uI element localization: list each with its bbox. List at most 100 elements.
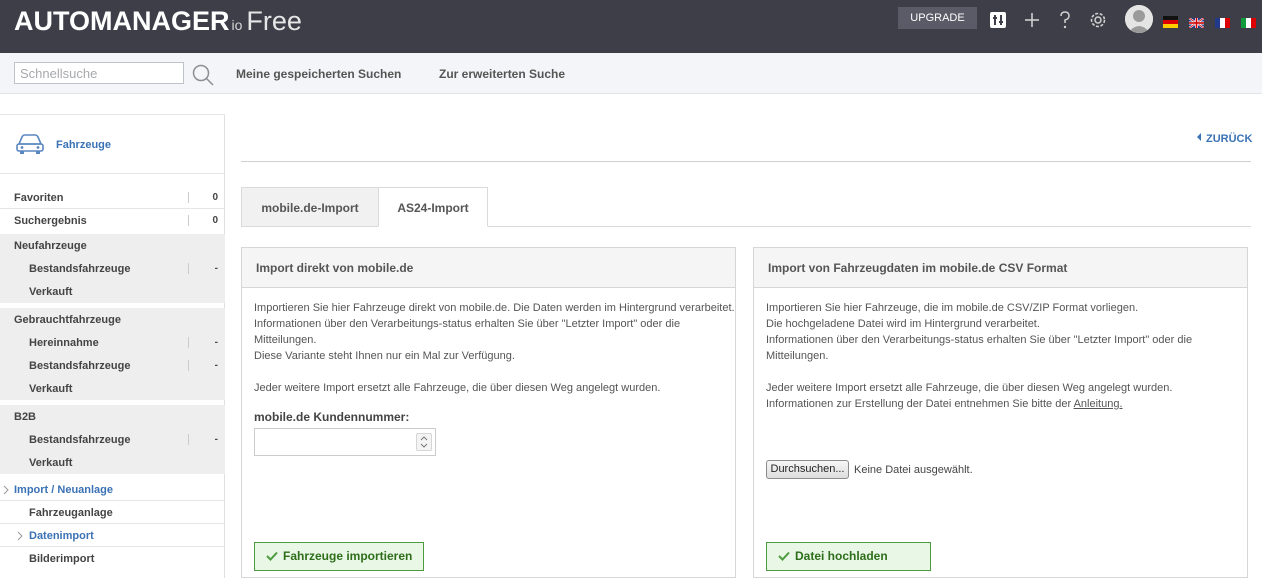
- chevron-right-icon: [3, 485, 9, 495]
- separator: [188, 215, 189, 226]
- sidebar-item-label: Gebrauchtfahrzeuge: [14, 314, 121, 326]
- sidebar-item-count: 0: [212, 192, 218, 203]
- sidebar-item-search-results[interactable]: Suchergebnis 0: [0, 209, 225, 232]
- sidebar-vehicles-header[interactable]: Fahrzeuge: [0, 114, 225, 174]
- text-line: Jeder weitere Import ersetzt alle Fahrze…: [254, 382, 661, 394]
- panel-csv-import: Import von Fahrzeugdaten im mobile.de CS…: [753, 247, 1248, 578]
- text-line: Jeder weitere Import ersetzt alle Fahrze…: [766, 382, 1173, 394]
- sidebar-item-b2b-sold[interactable]: Verkauft: [0, 451, 225, 474]
- panel-direct-import: Import direkt von mobile.de Importieren …: [241, 247, 736, 578]
- text-line: Mitteilungen.: [254, 334, 317, 346]
- panel-title: Import direkt von mobile.de: [242, 248, 735, 288]
- text-line: Importieren Sie hier Fahrzeuge direkt vo…: [254, 302, 735, 314]
- sidebar-item-label: Bestandsfahrzeuge: [29, 360, 131, 372]
- tab-as24-import[interactable]: AS24-Import: [378, 187, 488, 227]
- sidebar-item-label: Hereinnahme: [29, 337, 99, 349]
- text-line: Informationen über den Verarbeitungs-sta…: [254, 318, 681, 330]
- sidebar-item-label: Verkauft: [29, 286, 73, 298]
- customer-number-label: mobile.de Kundennummer:: [254, 410, 410, 424]
- sidebar-item-new-stock[interactable]: Bestandsfahrzeuge -: [0, 257, 225, 280]
- sidebar-item-label: Bilderimport: [29, 553, 95, 565]
- search-icon[interactable]: [191, 63, 215, 87]
- sidebar: Fahrzeuge Favoriten 0 Suchergebnis 0 Neu…: [0, 114, 225, 578]
- sidebar-item-favorites[interactable]: Favoriten 0: [0, 186, 225, 209]
- flag-it-icon[interactable]: [1241, 15, 1256, 28]
- sidebar-item-trade-in[interactable]: Hereinnahme -: [0, 331, 225, 354]
- button-label: Datei hochladen: [795, 549, 888, 563]
- logo-io: io: [231, 17, 243, 33]
- app-logo[interactable]: AUTOMANAGER io Free: [14, 6, 302, 37]
- sidebar-item-image-import[interactable]: Bilderimport: [0, 547, 225, 570]
- sidebar-group-import[interactable]: Import / Neuanlage: [0, 478, 225, 501]
- checkmark-icon: [778, 551, 790, 561]
- sidebar-item-label: Suchergebnis: [14, 215, 87, 227]
- separator: [188, 263, 189, 274]
- sidebar-item-count: -: [214, 360, 218, 371]
- sliders-icon[interactable]: [988, 10, 1008, 30]
- separator: [188, 434, 189, 445]
- sidebar-item-used-sold[interactable]: Verkauft: [0, 377, 225, 400]
- text-line: Importieren Sie hier Fahrzeuge, die im m…: [766, 302, 1139, 314]
- text-line: [254, 364, 735, 380]
- text-line: Informationen zur Erstellung der Datei e…: [766, 396, 1192, 412]
- sidebar-item-label: Fahrzeuganlage: [29, 507, 113, 519]
- flag-en-icon[interactable]: [1188, 15, 1205, 29]
- sidebar-item-label: Verkauft: [29, 383, 73, 395]
- search-bar: Meine gespeicherten Suchen Zur erweitert…: [0, 53, 1262, 94]
- help-icon[interactable]: [1055, 10, 1075, 30]
- logo-free: Free: [246, 6, 302, 36]
- sidebar-item-label: Verkauft: [29, 457, 73, 469]
- text-line: Diese Variante steht Ihnen nur ein Mal z…: [254, 350, 515, 362]
- text-line: Mitteilungen.: [766, 350, 829, 362]
- sidebar-item-label: Datenimport: [29, 530, 94, 542]
- sidebar-item-label: Neufahrzeuge: [14, 240, 87, 252]
- sidebar-title: Fahrzeuge: [56, 139, 112, 151]
- sidebar-item-label: Bestandsfahrzeuge: [29, 434, 131, 446]
- customer-number-input[interactable]: [254, 428, 436, 456]
- file-status: Keine Datei ausgewählt.: [854, 464, 973, 476]
- sidebar-item-label: Bestandsfahrzeuge: [29, 263, 131, 275]
- number-spinner[interactable]: [416, 433, 432, 451]
- divider: [241, 161, 1251, 162]
- flag-de-icon[interactable]: [1163, 15, 1178, 29]
- back-link[interactable]: ZURÜCK: [1197, 133, 1252, 145]
- info-text: Informationen zur Erstellung der Datei e…: [766, 398, 1074, 410]
- logo-main: AUTOMANAGER: [14, 6, 230, 36]
- text-line: Die hochgeladene Datei wird im Hintergru…: [766, 318, 1040, 330]
- plus-icon[interactable]: [1022, 10, 1042, 30]
- sidebar-item-vehicle-creation[interactable]: Fahrzeuganlage: [0, 501, 225, 524]
- sidebar-item-used-stock[interactable]: Bestandsfahrzeuge -: [0, 354, 225, 377]
- user-avatar[interactable]: [1125, 5, 1153, 33]
- sidebar-item-b2b-stock[interactable]: Bestandsfahrzeuge -: [0, 428, 225, 451]
- gear-icon[interactable]: [1088, 10, 1108, 30]
- tab-mobile-de-import[interactable]: mobile.de-Import: [241, 187, 379, 227]
- sidebar-item-count: 0: [212, 215, 218, 226]
- top-bar: AUTOMANAGER io Free UPGRADE: [0, 0, 1262, 53]
- import-vehicles-button[interactable]: Fahrzeuge importieren: [254, 542, 424, 571]
- sidebar-item-data-import[interactable]: Datenimport: [0, 524, 225, 547]
- upload-file-button[interactable]: Datei hochladen: [766, 542, 931, 571]
- flag-fr-icon[interactable]: [1215, 15, 1230, 28]
- advanced-search-link[interactable]: Zur erweiterten Suche: [439, 67, 565, 81]
- upgrade-button[interactable]: UPGRADE: [898, 7, 977, 29]
- sidebar-group-used-vehicles[interactable]: Gebrauchtfahrzeuge: [0, 308, 225, 331]
- button-label: Fahrzeuge importieren: [283, 549, 413, 563]
- instructions-link[interactable]: Anleitung.: [1074, 398, 1123, 410]
- sidebar-item-count: -: [214, 434, 218, 445]
- browse-file-button[interactable]: Durchsuchen...: [766, 460, 849, 479]
- checkmark-icon: [266, 551, 278, 561]
- sidebar-item-count: -: [214, 337, 218, 348]
- separator: [188, 337, 189, 348]
- sidebar-item-label: Favoriten: [14, 192, 64, 204]
- saved-searches-link[interactable]: Meine gespeicherten Suchen: [236, 67, 401, 81]
- car-icon: [15, 132, 45, 156]
- sidebar-item-new-sold[interactable]: Verkauft: [0, 280, 225, 303]
- sidebar-group-new-vehicles[interactable]: Neufahrzeuge: [0, 234, 225, 257]
- panel-description: Importieren Sie hier Fahrzeuge direkt vo…: [254, 300, 735, 396]
- separator: [188, 360, 189, 371]
- panel-title: Import von Fahrzeugdaten im mobile.de CS…: [754, 248, 1247, 288]
- chevron-right-icon: [17, 531, 23, 541]
- sidebar-group-b2b[interactable]: B2B: [0, 405, 225, 428]
- quick-search-input[interactable]: [14, 62, 184, 84]
- panel-description: Importieren Sie hier Fahrzeuge, die im m…: [766, 300, 1192, 412]
